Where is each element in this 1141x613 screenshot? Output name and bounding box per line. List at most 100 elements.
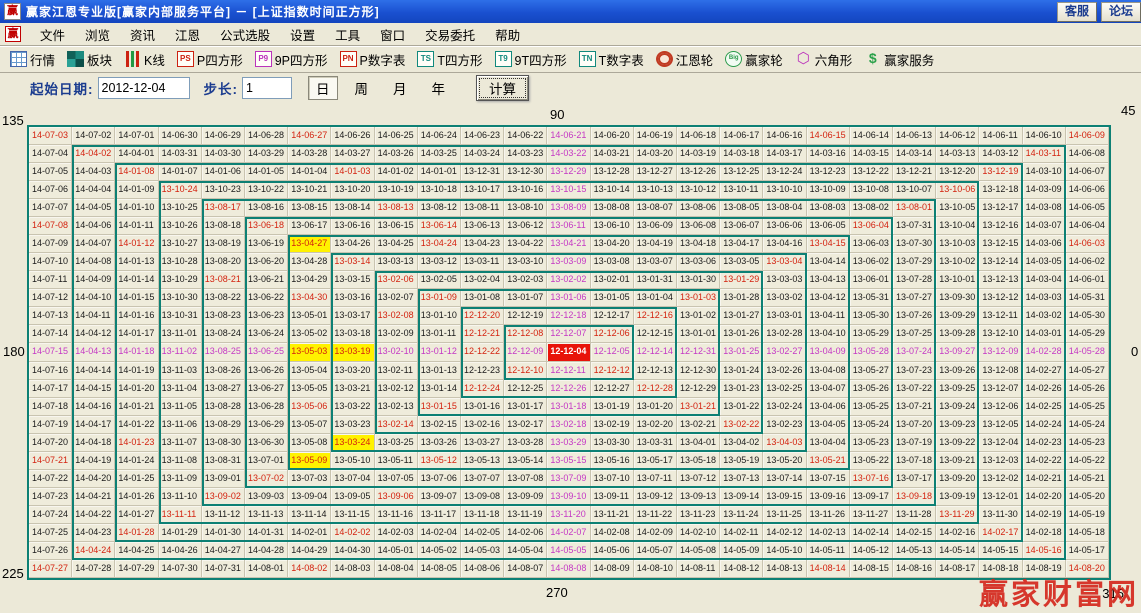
date-cell: 13-07-26: [893, 307, 936, 325]
start-date-input[interactable]: [98, 77, 190, 99]
menu-item-设置[interactable]: 设置: [280, 23, 325, 46]
date-cell: 14-07-09: [29, 235, 72, 253]
period-button-月[interactable]: 月: [385, 76, 415, 100]
tool-T四方形[interactable]: TST四方形: [417, 50, 482, 69]
date-cell: 13-07-07: [461, 470, 504, 488]
date-cell: 13-05-20: [763, 452, 806, 470]
date-cell: 14-06-07: [1066, 163, 1109, 181]
tool-label: T数字表: [599, 50, 644, 69]
tool-板块[interactable]: 板块: [67, 50, 112, 69]
date-cell: 14-05-06: [591, 542, 634, 560]
menu-item-帮助[interactable]: 帮助: [485, 23, 530, 46]
date-cell: 13-12-10: [979, 325, 1022, 343]
date-cell: 13-01-19: [591, 398, 634, 416]
date-cell: 13-11-23: [677, 506, 720, 524]
date-cell: 13-12-20: [936, 163, 979, 181]
date-cell: 13-01-23: [720, 380, 763, 398]
angle-label-180: 180: [3, 344, 25, 359]
menu-item-资讯[interactable]: 资讯: [120, 23, 165, 46]
date-cell: 14-02-09: [634, 524, 677, 542]
forum-button[interactable]: 论坛: [1101, 2, 1141, 22]
date-cell: 13-12-27: [634, 163, 677, 181]
date-cell: 12-12-30: [677, 362, 720, 380]
tool-9T四方形[interactable]: T99T四方形: [495, 50, 567, 69]
menu-item-工具[interactable]: 工具: [325, 23, 370, 46]
date-cell: 14-01-14: [115, 271, 158, 289]
tool-赢家服务[interactable]: $赢家服务: [864, 50, 934, 69]
date-cell: 14-05-18: [1066, 524, 1109, 542]
date-cell: 13-01-13: [418, 362, 461, 380]
tool-赢家轮[interactable]: Big赢家轮: [725, 50, 783, 69]
menu-item-窗口[interactable]: 窗口: [370, 23, 415, 46]
date-cell: 14-07-30: [159, 560, 202, 578]
date-cell: 13-04-04: [807, 434, 850, 452]
period-button-日[interactable]: 日: [308, 76, 338, 100]
date-cell: 13-11-08: [159, 452, 202, 470]
date-cell: 14-04-17: [72, 416, 115, 434]
date-cell: 13-03-08: [591, 253, 634, 271]
period-button-周[interactable]: 周: [347, 76, 377, 100]
menu-item-交易委托[interactable]: 交易委托: [415, 23, 485, 46]
date-cell: 14-04-01: [115, 145, 158, 163]
tool-K线[interactable]: K线: [124, 50, 165, 69]
date-cell: 13-04-16: [763, 235, 806, 253]
date-cell: 14-05-27: [1066, 362, 1109, 380]
date-cell: 13-03-24: [331, 434, 374, 452]
date-cell: 13-02-11: [375, 362, 418, 380]
tool-T数字表[interactable]: TNT数字表: [579, 50, 644, 69]
date-cell: 13-10-06: [936, 181, 979, 199]
date-cell: 13-08-28: [202, 398, 245, 416]
step-input[interactable]: [242, 77, 292, 99]
date-cell: 13-09-26: [936, 362, 979, 380]
menu-item-文件[interactable]: 文件: [30, 23, 75, 46]
date-cell: 13-01-18: [547, 398, 590, 416]
date-cell: 14-02-23: [1023, 434, 1066, 452]
tool-行情[interactable]: 行情: [10, 50, 55, 69]
date-cell: 14-07-23: [29, 488, 72, 506]
date-cell: 14-06-27: [288, 127, 331, 145]
date-cell: 14-01-29: [159, 524, 202, 542]
date-cell: 13-10-07: [893, 181, 936, 199]
tool-江恩轮[interactable]: 江恩轮: [656, 50, 714, 69]
customer-service-button[interactable]: 客服: [1057, 2, 1097, 22]
menu-item-江恩[interactable]: 江恩: [165, 23, 210, 46]
date-cell: 12-12-25: [504, 380, 547, 398]
date-cell: 13-11-04: [159, 380, 202, 398]
date-spiral-grid: 14-07-0314-07-0214-07-0114-06-3014-06-29…: [29, 127, 1109, 578]
compute-button[interactable]: 计算: [476, 75, 529, 101]
tool-六角形[interactable]: ⬡六角形: [795, 50, 853, 69]
date-cell: 13-02-23: [763, 416, 806, 434]
date-cell: 13-01-09: [418, 289, 461, 307]
date-cell: 14-02-10: [677, 524, 720, 542]
date-cell: 14-07-29: [115, 560, 158, 578]
menu-item-公式选股[interactable]: 公式选股: [210, 23, 280, 46]
date-cell: 14-01-26: [115, 488, 158, 506]
date-cell: 13-02-27: [763, 343, 806, 361]
date-cell: 13-05-10: [331, 452, 374, 470]
date-cell: 14-04-26: [159, 542, 202, 560]
tool-P四方形[interactable]: PSP四方形: [177, 50, 243, 69]
date-cell: 13-12-16: [979, 217, 1022, 235]
date-cell: 13-06-02: [850, 253, 893, 271]
period-button-年[interactable]: 年: [424, 76, 454, 100]
date-cell: 14-06-26: [331, 127, 374, 145]
tool-9P四方形[interactable]: P99P四方形: [255, 50, 328, 69]
date-cell: 13-03-26: [418, 434, 461, 452]
date-cell: 13-12-14: [979, 253, 1022, 271]
date-cell: 14-04-27: [202, 542, 245, 560]
date-cell: 13-05-13: [461, 452, 504, 470]
period-group: 日周月年: [308, 76, 462, 100]
date-cell: 13-06-20: [245, 253, 288, 271]
menu-item-浏览[interactable]: 浏览: [75, 23, 120, 46]
date-cell: 13-08-01: [893, 199, 936, 217]
date-cell: 13-06-25: [245, 343, 288, 361]
date-cell: 14-07-08: [29, 217, 72, 235]
date-cell: 13-11-05: [159, 398, 202, 416]
date-cell: 13-01-11: [418, 325, 461, 343]
date-cell: 13-04-21: [547, 235, 590, 253]
date-cell: 13-02-02: [547, 271, 590, 289]
date-cell: 13-12-04: [979, 434, 1022, 452]
tool-P数字表[interactable]: PNP数字表: [340, 50, 406, 69]
date-cell: 13-09-07: [418, 488, 461, 506]
date-cell: 13-10-23: [202, 181, 245, 199]
